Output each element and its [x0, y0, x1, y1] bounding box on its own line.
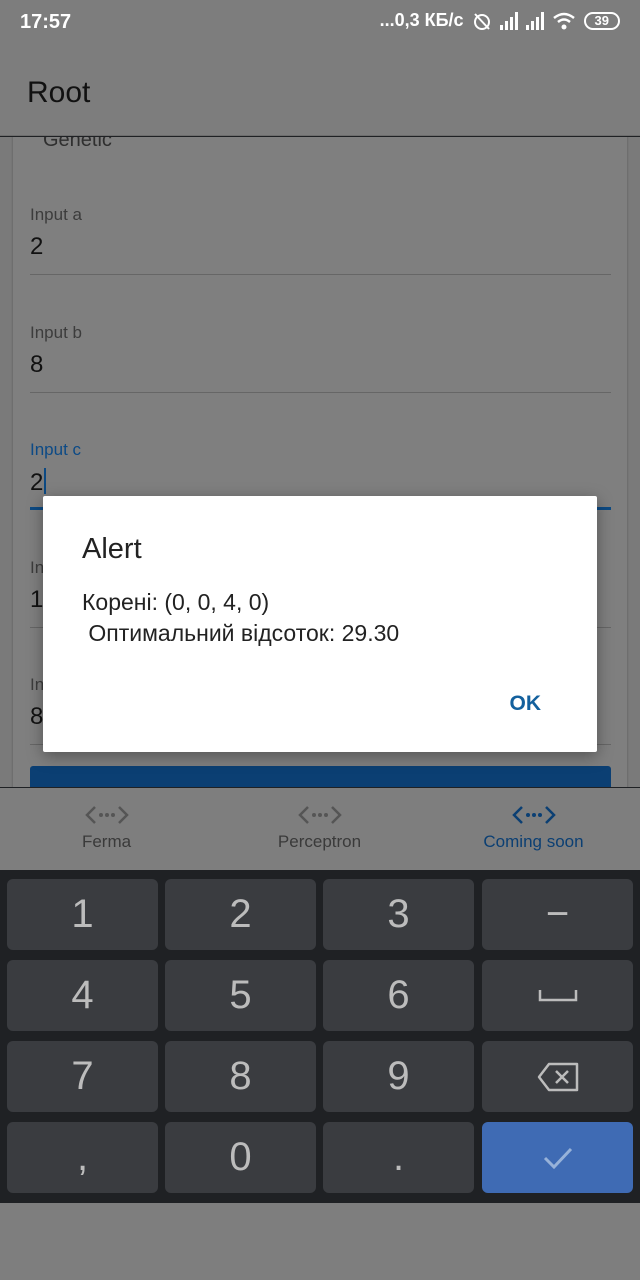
input-c-label: Input c — [30, 440, 82, 459]
input-a-label: Input a — [30, 205, 82, 224]
key-0[interactable]: 0 — [165, 1122, 316, 1193]
backspace-icon — [537, 1062, 578, 1091]
key-6[interactable]: 6 — [323, 960, 474, 1031]
input-a-field[interactable]: Input a 2 — [30, 205, 611, 275]
dialog-title: Alert — [82, 533, 142, 565]
input-b-value: 8 — [30, 351, 44, 378]
key-done[interactable] — [482, 1122, 633, 1193]
signal-icon — [499, 11, 518, 30]
key-1[interactable]: 1 — [7, 879, 158, 950]
key-9[interactable]: 9 — [323, 1041, 474, 1112]
key-3[interactable]: 3 — [323, 879, 474, 950]
key-minus[interactable]: − — [482, 879, 633, 950]
numeric-keyboard: 1 2 3 − 4 5 6 7 8 9 , 0 . — [0, 870, 640, 1203]
input-d-value: 1 — [30, 586, 44, 613]
code-arrows-icon — [297, 806, 342, 824]
key-space[interactable] — [482, 960, 633, 1031]
status-bar: 17:57 ...0,3 КБ/с 39 — [0, 0, 640, 46]
key-comma[interactable]: , — [7, 1122, 158, 1193]
tab-perceptron-label: Perceptron — [277, 832, 362, 851]
status-time: 17:57 — [20, 11, 72, 33]
tab-perceptron[interactable]: Perceptron — [213, 788, 426, 870]
page-title: Root — [27, 76, 91, 109]
input-a-value: 2 — [30, 233, 44, 260]
navigation-area — [0, 1203, 640, 1280]
key-2[interactable]: 2 — [165, 879, 316, 950]
key-4[interactable]: 4 — [7, 960, 158, 1031]
key-7[interactable]: 7 — [7, 1041, 158, 1112]
signal-icon-2 — [525, 11, 544, 30]
bottom-tab-bar: Ferma Perceptron Coming soon — [0, 788, 640, 870]
space-icon — [538, 989, 577, 1001]
input-b-label: Input b — [30, 323, 82, 342]
input-e-value: 8 — [30, 703, 44, 730]
dialog-message: Корені: (0, 0, 4, 0) Оптимальний відсото… — [82, 589, 400, 646]
text-cursor — [44, 468, 47, 494]
input-c-text: 2 — [30, 469, 44, 496]
tab-ferma-label: Ferma — [81, 832, 132, 851]
code-arrows-icon — [84, 806, 129, 824]
app-bar: Root — [0, 46, 640, 136]
key-period[interactable]: . — [323, 1122, 474, 1193]
network-speed: ...0,3 КБ/с — [379, 10, 464, 30]
tab-ferma[interactable]: Ferma — [0, 788, 213, 870]
alert-dialog: Alert Корені: (0, 0, 4, 0) Оптимальний в… — [43, 496, 597, 752]
calculate-button[interactable] — [30, 766, 611, 787]
input-c-value: 2 — [30, 468, 47, 497]
key-5[interactable]: 5 — [165, 960, 316, 1031]
tab-coming-soon-label: Coming soon — [483, 832, 584, 851]
status-icons: ...0,3 КБ/с 39 — [380, 10, 620, 31]
alarm-off-icon — [473, 12, 490, 30]
key-8[interactable]: 8 — [165, 1041, 316, 1112]
key-backspace[interactable] — [482, 1041, 633, 1112]
check-icon — [543, 1147, 572, 1169]
tab-coming-soon[interactable]: Coming soon — [427, 788, 640, 870]
code-arrows-icon — [511, 806, 556, 824]
input-b-field[interactable]: Input b 8 — [30, 323, 611, 393]
ok-button[interactable]: OK — [510, 692, 542, 716]
battery-icon: 39 — [583, 11, 620, 30]
genetic-option[interactable]: Genetic — [43, 137, 112, 152]
wifi-icon — [552, 12, 575, 29]
